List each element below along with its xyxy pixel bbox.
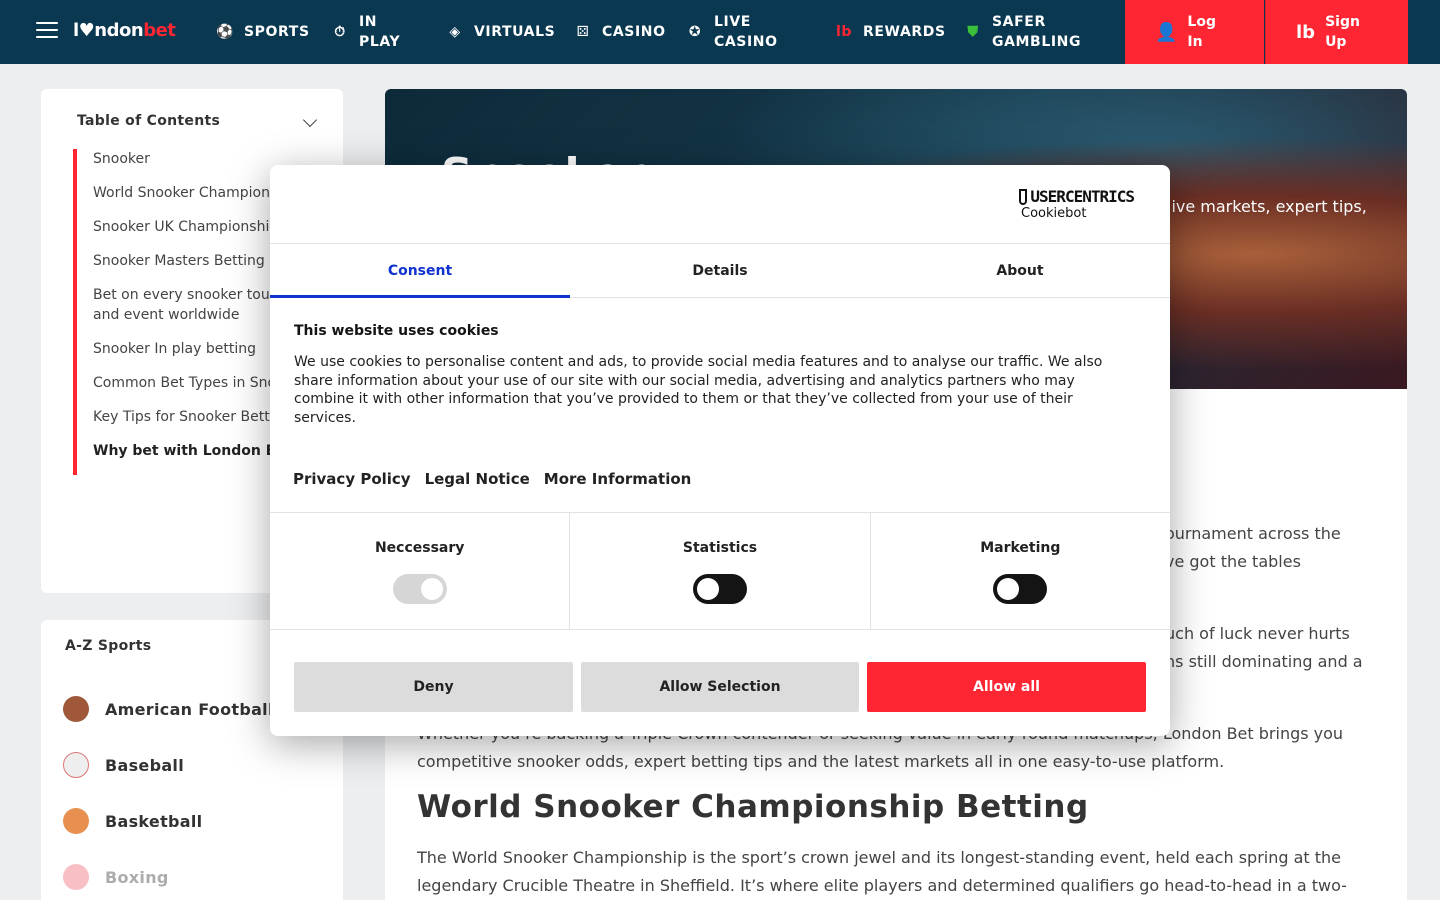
toggle-group-statistics: Statistics bbox=[570, 513, 871, 629]
cookie-consent-dialog: USERCENTRICS Cookiebot Consent Details A… bbox=[270, 165, 1170, 736]
toggle-label: Marketing bbox=[980, 540, 1061, 556]
soccer-ball-icon: ⚽ bbox=[215, 24, 235, 40]
shield-icon bbox=[1019, 188, 1028, 205]
az-title: A-Z Sports bbox=[65, 638, 152, 654]
privacy-policy-link[interactable]: Privacy Policy bbox=[293, 470, 411, 488]
logo-text-bet: bet bbox=[143, 20, 176, 41]
paragraph: competitive snooker odds, expert betting… bbox=[417, 752, 1225, 771]
paragraph: legendary Crucible Theatre in Sheffield.… bbox=[417, 876, 1347, 895]
nav-virtuals[interactable]: ◈ VIRTUALS bbox=[446, 0, 555, 64]
necessary-toggle bbox=[392, 574, 447, 604]
nav-sports[interactable]: ⚽ SPORTS bbox=[216, 0, 310, 64]
nav-casino[interactable]: ⚄ CASINO bbox=[574, 0, 666, 64]
signup-label: Sign Up bbox=[1325, 14, 1360, 50]
hamburger-menu-icon[interactable] bbox=[36, 22, 58, 40]
nav-rewards[interactable]: lb REWARDS bbox=[835, 0, 946, 64]
nav-live-casino[interactable]: ✪ LIVE CASINO bbox=[686, 0, 794, 64]
deny-button[interactable]: Deny bbox=[294, 662, 573, 712]
nav-label: REWARDS bbox=[863, 24, 946, 40]
sport-label: Baseball bbox=[105, 755, 184, 775]
toggle-label: Statistics bbox=[682, 540, 758, 556]
sport-baseball[interactable]: Baseball bbox=[63, 752, 184, 778]
paragraph: The World Snooker Championship is the sp… bbox=[417, 848, 1342, 867]
brand-sub: Cookiebot bbox=[1021, 206, 1087, 221]
paragraph-fragment: ns still dominating and a bbox=[1165, 652, 1363, 671]
lb-icon: lb bbox=[1296, 21, 1316, 43]
toggle-group-marketing: Marketing bbox=[871, 513, 1170, 629]
tab-details[interactable]: Details bbox=[570, 244, 870, 297]
allow-all-button[interactable]: Allow all bbox=[867, 662, 1146, 712]
dialog-body-text: We use cookies to personalise content an… bbox=[294, 354, 1103, 426]
nav-in-play[interactable]: ⏱ IN PLAY bbox=[331, 0, 409, 64]
signup-button[interactable]: lb Sign Up bbox=[1265, 0, 1408, 64]
chevron-down-icon[interactable] bbox=[302, 112, 318, 128]
more-information-link[interactable]: More Information bbox=[544, 470, 692, 488]
paragraph-fragment: ve got the tables bbox=[1165, 552, 1301, 571]
toc-title: Table of Contents bbox=[77, 113, 221, 129]
paragraph-fragment: uch of luck never hurts bbox=[1165, 624, 1350, 643]
basketball-icon bbox=[63, 808, 89, 834]
sport-label: Basketball bbox=[105, 811, 203, 831]
marketing-toggle[interactable] bbox=[993, 574, 1048, 604]
boxing-glove-icon bbox=[63, 864, 89, 890]
legal-notice-link[interactable]: Legal Notice bbox=[425, 470, 530, 488]
hero-description: live markets, expert tips, bbox=[1167, 197, 1367, 216]
londonbet-logo[interactable]: l♥ndonbet bbox=[73, 20, 176, 41]
nav-label: SAFER GAMBLING bbox=[992, 14, 1082, 50]
toggle-label: Neccessary bbox=[374, 540, 465, 556]
nav-safer-gambling[interactable]: ⛊ SAFER GAMBLING bbox=[964, 0, 1102, 64]
sport-basketball[interactable]: Basketball bbox=[63, 808, 202, 834]
brand-name: USERCENTRICS bbox=[1030, 187, 1135, 206]
nav-label: IN PLAY bbox=[359, 14, 401, 50]
nav-label: VIRTUALS bbox=[474, 24, 556, 40]
consent-toggles: Neccessary Statistics Marketing bbox=[270, 512, 1170, 630]
sport-american-football[interactable]: American Football bbox=[63, 696, 274, 722]
baseball-icon bbox=[63, 752, 89, 778]
nav-label: LIVE CASINO bbox=[714, 14, 778, 50]
dialog-tabs: Consent Details About bbox=[270, 243, 1170, 298]
login-button[interactable]: 👤 Log In bbox=[1125, 0, 1264, 64]
live-chip-icon: ✪ bbox=[688, 24, 702, 40]
sport-label: Boxing bbox=[105, 867, 169, 887]
nav-label: CASINO bbox=[602, 24, 666, 40]
sport-boxing[interactable]: Boxing bbox=[63, 864, 169, 890]
lb-icon: lb bbox=[835, 24, 853, 40]
section-heading: World Snooker Championship Betting bbox=[417, 789, 1089, 825]
tab-about[interactable]: About bbox=[870, 244, 1170, 297]
statistics-toggle[interactable] bbox=[692, 574, 747, 604]
american-football-icon bbox=[63, 696, 89, 722]
user-icon: 👤 bbox=[1155, 21, 1178, 43]
toggle-group-necessary: Neccessary bbox=[270, 513, 571, 629]
sport-label: American Football bbox=[105, 699, 274, 719]
top-navigation-bar: l♥ndonbet ⚽ SPORTS ⏱ IN PLAY ◈ VIRTUALS ⚄ CA… bbox=[0, 0, 1440, 64]
allow-selection-button[interactable]: Allow Selection bbox=[581, 662, 859, 712]
paragraph-fragment: ournament across the bbox=[1165, 524, 1341, 543]
nav-label: SPORTS bbox=[244, 24, 310, 40]
cube-icon: ◈ bbox=[449, 24, 461, 40]
cookiebot-logo: USERCENTRICS Cookiebot bbox=[1019, 187, 1135, 221]
dialog-heading: This website uses cookies bbox=[294, 323, 499, 339]
dialog-links: Privacy Policy Legal Notice More Informa… bbox=[293, 470, 691, 488]
shield-check-icon: ⛊ bbox=[967, 24, 979, 40]
tab-consent[interactable]: Consent bbox=[270, 244, 570, 298]
dice-icon: ⚄ bbox=[576, 24, 590, 40]
logo-text: l♥ndon bbox=[73, 20, 144, 41]
stopwatch-icon: ⏱ bbox=[334, 24, 346, 40]
login-label: Log In bbox=[1187, 14, 1216, 50]
